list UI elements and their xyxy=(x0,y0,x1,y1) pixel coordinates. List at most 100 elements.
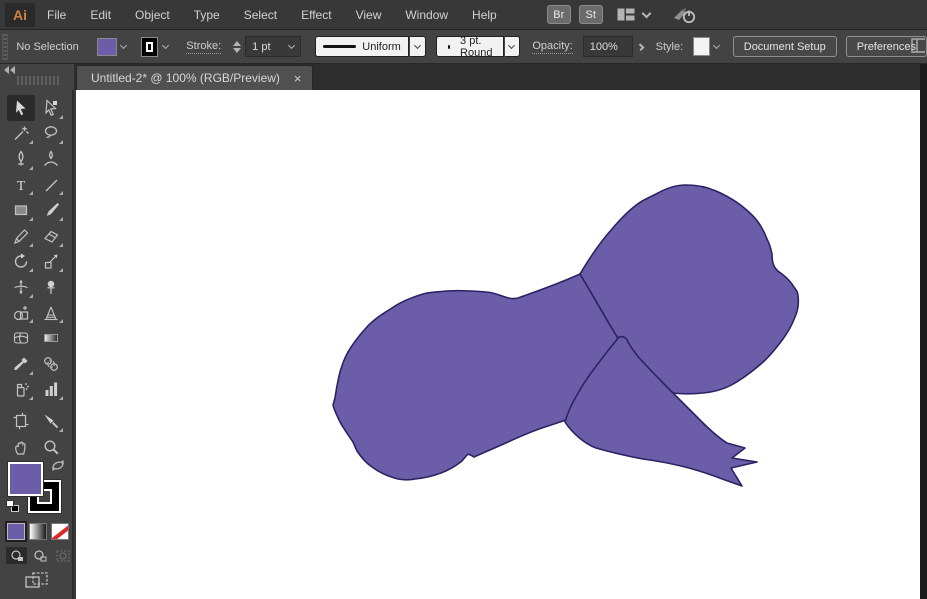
menu-window[interactable]: Window xyxy=(393,0,460,30)
fill-proxy[interactable] xyxy=(8,462,43,496)
tool-perspective-grid[interactable] xyxy=(37,300,65,326)
tool-line-segment[interactable] xyxy=(37,172,65,198)
none-button[interactable] xyxy=(51,523,69,540)
menu-type[interactable]: Type xyxy=(182,0,232,30)
tool-blend[interactable] xyxy=(37,351,65,377)
app-logo[interactable]: Ai xyxy=(5,2,35,27)
workspace-switcher-icon[interactable] xyxy=(617,8,635,21)
collapse-panel-icon[interactable] xyxy=(4,66,15,74)
stroke-weight-field[interactable]: 1 pt xyxy=(245,36,301,57)
blend-tool-icon xyxy=(44,356,58,371)
tool-pen[interactable] xyxy=(7,146,35,172)
tool-zoom[interactable] xyxy=(37,434,65,460)
fill-chevron-icon[interactable] xyxy=(117,37,131,57)
pen-tool-icon xyxy=(18,150,24,166)
perspective-grid-tool-icon xyxy=(44,306,58,320)
tool-width[interactable] xyxy=(7,274,35,300)
opacity-label[interactable]: Opacity: xyxy=(532,40,573,54)
tool-shaper[interactable] xyxy=(7,223,35,249)
opacity-value: 100% xyxy=(589,40,618,53)
bridge-button[interactable]: Br xyxy=(546,5,571,24)
style-label: Style: xyxy=(655,40,684,53)
color-button[interactable] xyxy=(5,521,27,542)
workspace-chevron-icon[interactable] xyxy=(641,8,652,18)
opacity-field[interactable]: 100% xyxy=(582,36,634,57)
tools-panel: T xyxy=(0,90,74,599)
tool-artboard[interactable] xyxy=(7,408,35,434)
width-profile-chevron-icon[interactable] xyxy=(409,36,426,57)
artboard-canvas[interactable] xyxy=(76,90,920,599)
menu-file[interactable]: File xyxy=(35,0,78,30)
screen-mode-button[interactable] xyxy=(25,572,49,595)
tool-column-graph[interactable] xyxy=(37,377,65,403)
menu-effect[interactable]: Effect xyxy=(289,0,343,30)
menu-select[interactable]: Select xyxy=(232,0,289,30)
tool-eraser[interactable] xyxy=(37,223,65,249)
gradient-button[interactable] xyxy=(29,523,47,540)
type-tool-icon: T xyxy=(17,179,26,194)
tool-symbol-sprayer[interactable] xyxy=(7,377,35,403)
tool-puppet-warp[interactable] xyxy=(37,274,65,300)
shaper-tool-icon xyxy=(14,228,29,244)
right-dock-strip[interactable] xyxy=(920,64,927,599)
panel-peek-icon[interactable] xyxy=(911,38,925,54)
artboard-tool-icon xyxy=(13,412,29,430)
stock-button[interactable]: St xyxy=(578,5,603,24)
draw-normal-button[interactable] xyxy=(6,547,27,564)
gpu-performance-icon[interactable] xyxy=(672,6,698,24)
stroke-color-swatch[interactable] xyxy=(140,36,159,57)
stroke-weight-stepper[interactable] xyxy=(233,40,242,53)
tool-direct-selection[interactable] xyxy=(37,95,65,121)
default-fill-stroke-icon[interactable] xyxy=(6,500,19,512)
opacity-arrow-icon[interactable] xyxy=(636,42,645,51)
stroke-label[interactable]: Stroke: xyxy=(186,40,222,54)
tool-mesh[interactable] xyxy=(7,325,35,351)
draw-behind-button[interactable] xyxy=(29,547,50,564)
swap-fill-stroke-icon[interactable] xyxy=(51,459,65,472)
zoom-tool-icon xyxy=(44,440,59,455)
scale-tool-icon xyxy=(44,254,58,269)
menu-object[interactable]: Object xyxy=(123,0,182,30)
tool-hand[interactable] xyxy=(7,434,35,460)
tools-panel-grip[interactable] xyxy=(17,76,59,85)
tool-curvature[interactable] xyxy=(37,146,65,172)
menu-view[interactable]: View xyxy=(344,0,394,30)
control-bar-grip[interactable] xyxy=(2,33,9,60)
brush-dropdown[interactable]: 3 pt. Round xyxy=(435,35,504,59)
tool-magic-wand[interactable] xyxy=(7,121,35,147)
brush-chevron-icon[interactable] xyxy=(504,36,521,57)
style-chevron-icon[interactable] xyxy=(710,37,724,57)
fill-color-swatch[interactable] xyxy=(96,37,117,56)
document-setup-button[interactable]: Document Setup xyxy=(732,36,837,57)
draw-inside-button[interactable] xyxy=(52,547,73,564)
gradient-tool-icon xyxy=(44,334,58,343)
tab-close-icon[interactable]: × xyxy=(294,72,302,85)
tool-rectangle[interactable] xyxy=(7,197,35,223)
tool-selection[interactable] xyxy=(7,95,35,121)
tool-paintbrush[interactable] xyxy=(37,197,65,223)
tool-scale[interactable] xyxy=(37,249,65,275)
rotate-tool-icon xyxy=(14,253,28,269)
tool-eyedropper[interactable] xyxy=(7,351,35,377)
tools-panel-header xyxy=(0,64,74,90)
mesh-tool-icon xyxy=(13,332,29,344)
tool-slice[interactable] xyxy=(37,408,65,434)
width-profile-dropdown[interactable]: Uniform xyxy=(314,36,409,57)
tool-gradient[interactable] xyxy=(37,325,65,351)
menu-edit[interactable]: Edit xyxy=(78,0,123,30)
tool-rotate[interactable] xyxy=(7,249,35,275)
puppet-warp-tool-icon xyxy=(47,280,55,294)
control-bar: No Selection Stroke: 1 pt Uniform 3 pt. … xyxy=(0,30,927,64)
style-swatch[interactable] xyxy=(693,37,710,56)
stroke-chevron-icon[interactable] xyxy=(158,37,172,57)
line-segment-tool-icon xyxy=(45,179,58,192)
column-graph-tool-icon xyxy=(45,382,58,397)
document-tab[interactable]: Untitled-2* @ 100% (RGB/Preview) × xyxy=(76,65,313,90)
tool-lasso[interactable] xyxy=(37,121,65,147)
menu-help[interactable]: Help xyxy=(460,0,509,30)
tool-type[interactable]: T xyxy=(7,172,35,198)
paintbrush-tool-icon xyxy=(46,203,59,216)
tool-shape-builder[interactable] xyxy=(7,300,35,326)
artwork-body-shape[interactable] xyxy=(332,273,619,481)
symbol-sprayer-tool-icon xyxy=(16,383,29,397)
